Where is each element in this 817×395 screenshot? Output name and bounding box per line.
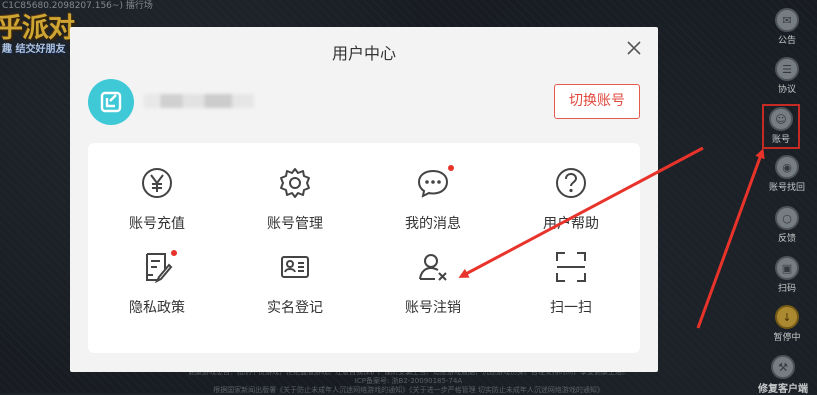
arrow-to-sidebar-account (696, 148, 765, 329)
arrow-to-account-cancel (458, 146, 704, 278)
annotation-arrows (458, 146, 765, 329)
